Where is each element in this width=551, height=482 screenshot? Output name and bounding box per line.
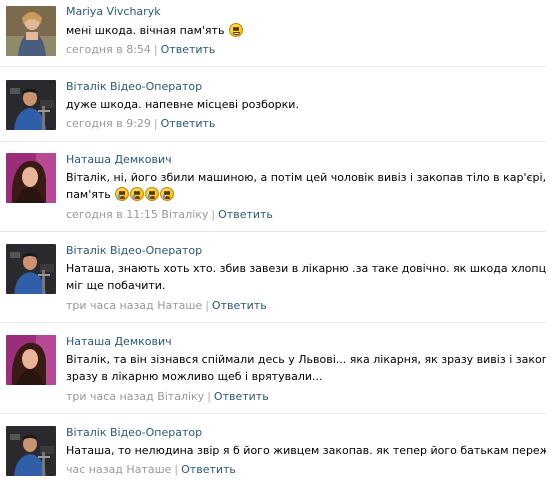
comment-text-line-2: міг ще побачити. (66, 279, 166, 292)
reply-link[interactable]: Ответить (214, 390, 269, 403)
comment-text: дуже шкода. напевне місцеві розборки. (66, 96, 546, 113)
reply-link[interactable]: Ответить (181, 463, 236, 476)
meta-separator: | (207, 390, 211, 403)
crying-emoji-icon (115, 187, 130, 201)
comment-time[interactable]: три часа назад (66, 390, 154, 403)
avatar[interactable] (6, 153, 56, 203)
comment-divider (0, 413, 546, 414)
comment-text-line-2: пам'ять (66, 186, 546, 203)
avatar[interactable] (6, 80, 56, 130)
comment-author[interactable]: Віталік Відео-Оператор (66, 80, 202, 94)
comment-meta: сегодня в 11:15 Віталіку | Ответить (66, 208, 273, 222)
comment-text-line-2: зразу в лікарню можливо щеб і врятували.… (66, 370, 323, 383)
comment-meta: сегодня в 8:54 | Ответить (66, 43, 215, 57)
comment-author[interactable]: Mariya Vivcharyk (66, 5, 161, 19)
reply-to-name[interactable]: Наташе (157, 299, 202, 312)
comment-time[interactable]: сегодня в 11:15 (66, 208, 158, 221)
reply-link[interactable]: Ответить (161, 43, 216, 56)
meta-separator: | (153, 117, 158, 130)
comment-text: Наташа, знають хоть хто. збив завези в л… (66, 260, 546, 294)
comment-text-line: Наташа, знають хоть хто. збив завези в л… (66, 262, 546, 275)
reply-link[interactable]: Ответить (218, 208, 273, 221)
reply-to-name[interactable]: Віталіку (157, 390, 204, 403)
comment-divider (0, 231, 546, 232)
comment-author[interactable]: Наташа Демкович (66, 153, 172, 167)
reply-link[interactable]: Ответить (212, 299, 267, 312)
comment-text-content: Наташа, то нелюдина звір я б його живцем… (66, 444, 546, 457)
comment-meta: час назад Наташе | Ответить (66, 463, 236, 477)
comment-text-line: Віталік, та він зізнався спіймали десь у… (66, 353, 546, 366)
avatar[interactable] (6, 335, 56, 385)
avatar[interactable] (6, 6, 56, 56)
comment-text-content: мені шкода. вічная пам'ять (66, 24, 225, 37)
meta-separator: | (205, 299, 209, 312)
comment-time[interactable]: три часа назад (66, 299, 154, 312)
reply-to-name[interactable]: Віталіку (161, 208, 208, 221)
crying-emoji-icon (130, 187, 145, 201)
comment-author[interactable]: Віталік Відео-Оператор (66, 244, 202, 258)
comment-time[interactable]: час назад (66, 463, 123, 476)
comment-time[interactable]: сегодня в 9:29 (66, 117, 151, 130)
comment-meta: три часа назад Наташе | Ответить (66, 299, 267, 313)
comment-divider (0, 322, 546, 323)
reply-to-name[interactable]: Наташе (126, 463, 171, 476)
comment-meta: три часа назад Віталіку | Ответить (66, 390, 269, 404)
meta-separator: | (211, 208, 216, 221)
comment-meta: сегодня в 9:29 | Ответить (66, 117, 215, 131)
comment-text: Наташа, то нелюдина звір я б його живцем… (66, 442, 546, 459)
comment-author[interactable]: Віталік Відео-Оператор (66, 426, 202, 440)
comment-author[interactable]: Наташа Демкович (66, 335, 172, 349)
comment-text: мені шкода. вічная пам'ять (66, 22, 546, 39)
comment-text-line: Віталік, ні, його збили машиною, а потім… (66, 171, 546, 184)
comment-divider (0, 141, 546, 142)
avatar[interactable] (6, 244, 56, 294)
grin-emoji-icon (228, 23, 243, 37)
comment-divider (0, 66, 546, 67)
meta-separator: | (174, 463, 179, 476)
comment-text-content: пам'ять (66, 188, 111, 201)
avatar[interactable] (6, 426, 56, 476)
reply-link[interactable]: Ответить (161, 117, 216, 130)
comment-text: Віталік, та він зізнався спіймали десь у… (66, 351, 546, 385)
crying-emoji-icon (160, 187, 175, 201)
comment-time[interactable]: сегодня в 8:54 (66, 43, 151, 56)
crying-emoji-icon (145, 187, 160, 201)
comment-text-content: дуже шкода. напевне місцеві розборки. (66, 98, 299, 111)
meta-separator: | (153, 43, 158, 56)
comment-text: Віталік, ні, його збили машиною, а потім… (66, 169, 546, 203)
